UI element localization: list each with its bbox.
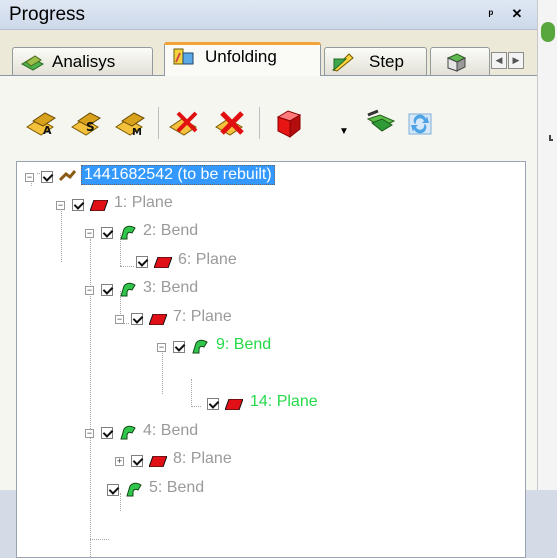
node-checkbox[interactable] (131, 455, 143, 467)
plane-icon (225, 399, 243, 410)
tree-node-label: 9: Bend (216, 336, 272, 353)
tree-connector (61, 211, 62, 262)
tab-scroll-right-button[interactable]: ▶ (508, 52, 524, 69)
svg-text:S: S (86, 120, 95, 134)
unfold-m-icon[interactable]: M (114, 107, 148, 139)
tree-connector (191, 379, 192, 405)
tree-connector (120, 493, 121, 511)
bend-icon (120, 225, 136, 240)
node-checkbox[interactable] (101, 284, 113, 296)
node-checkbox[interactable] (101, 427, 113, 439)
unfolding-icon (173, 48, 194, 65)
tab-scroll-left-button[interactable]: ◀ (491, 52, 507, 69)
close-icon[interactable]: ✕ (510, 7, 524, 21)
panel-title: Progress (9, 4, 86, 25)
collapse-toggle[interactable]: − (25, 173, 34, 182)
step-icon (332, 53, 354, 72)
node-checkbox[interactable] (173, 341, 185, 353)
tree-connector (120, 266, 134, 267)
tab-label: Step (369, 52, 404, 71)
expand-toggle[interactable]: + (115, 457, 124, 466)
plane-icon (90, 200, 108, 211)
collapse-toggle[interactable]: − (85, 286, 94, 295)
plane-icon (149, 456, 167, 467)
unfolding-tab-content: A S M ▼ − 1441682542 (to be rebuilt) − 1… (0, 75, 537, 558)
plane-icon (149, 314, 167, 325)
node-checkbox[interactable] (136, 256, 148, 268)
refresh-icon[interactable] (406, 107, 434, 139)
bend-icon (120, 425, 136, 440)
unfolding-tree[interactable]: − 1441682542 (to be rebuilt) − 1: Plane … (16, 161, 526, 558)
progress-panel: Progress ᵖ ✕ Analisys Unfolding Step ◀ ▶… (0, 0, 537, 558)
tab-label: Analisys (52, 52, 116, 71)
collapse-toggle[interactable]: − (157, 343, 166, 352)
tree-node-label: 2: Bend (143, 222, 199, 239)
globe-icon (541, 22, 555, 42)
tree-root-label[interactable]: 1441682542 (to be rebuilt) (81, 165, 275, 185)
analysis-icon (21, 55, 45, 71)
collapse-toggle[interactable]: − (115, 315, 124, 324)
tree-node-label: 14: Plane (250, 393, 318, 410)
more-tab-icon (446, 53, 467, 72)
marker-icon (549, 135, 553, 141)
tab-more[interactable] (430, 47, 490, 75)
delete-unfold-icon[interactable] (168, 107, 202, 139)
node-checkbox[interactable] (207, 398, 219, 410)
toolbar-separator (259, 107, 260, 139)
part-icon (59, 170, 76, 182)
svg-text:A: A (43, 124, 52, 137)
unfold-s-icon[interactable]: S (70, 107, 104, 139)
collapse-toggle[interactable]: − (56, 201, 65, 210)
node-checkbox[interactable] (41, 171, 53, 183)
tree-node-label: 3: Bend (143, 279, 199, 296)
tree-connector (191, 406, 201, 407)
plane-icon (154, 257, 172, 268)
toolbar-separator (158, 107, 159, 139)
bend-icon (192, 339, 208, 354)
pin-icon[interactable]: ᵖ (484, 7, 498, 21)
tree-node-label: 4: Bend (143, 422, 199, 439)
collapse-toggle[interactable]: − (85, 429, 94, 438)
svg-text:M: M (132, 127, 142, 138)
node-checkbox[interactable] (107, 484, 119, 496)
title-bar: Progress ᵖ ✕ (0, 0, 537, 30)
tab-step[interactable]: Step (324, 47, 427, 75)
apply-icon[interactable] (364, 107, 398, 139)
tree-connector (90, 539, 109, 540)
adjacent-window-edge (537, 0, 557, 490)
cube-icon[interactable] (272, 107, 306, 139)
tree-connector (162, 351, 163, 394)
toolbar: A S M ▼ (0, 76, 537, 148)
tab-label: Unfolding (205, 47, 277, 66)
collapse-toggle[interactable]: − (85, 229, 94, 238)
tree-node-label: 7: Plane (173, 308, 232, 325)
delete-all-icon[interactable] (214, 107, 248, 139)
tree-node-label: 1: Plane (114, 194, 173, 211)
node-checkbox[interactable] (72, 199, 84, 211)
tree-node-label: 6: Plane (178, 251, 237, 268)
node-checkbox[interactable] (101, 227, 113, 239)
tree-node-label: 8: Plane (173, 450, 232, 467)
node-checkbox[interactable] (131, 313, 143, 325)
tree-node-label: 5: Bend (149, 479, 205, 496)
tab-analisys[interactable]: Analisys (12, 47, 153, 75)
tab-unfolding[interactable]: Unfolding (164, 42, 321, 76)
bend-icon (120, 282, 136, 297)
unfold-a-icon[interactable]: A (25, 107, 59, 139)
cube-dropdown-arrow[interactable]: ▼ (339, 126, 349, 137)
